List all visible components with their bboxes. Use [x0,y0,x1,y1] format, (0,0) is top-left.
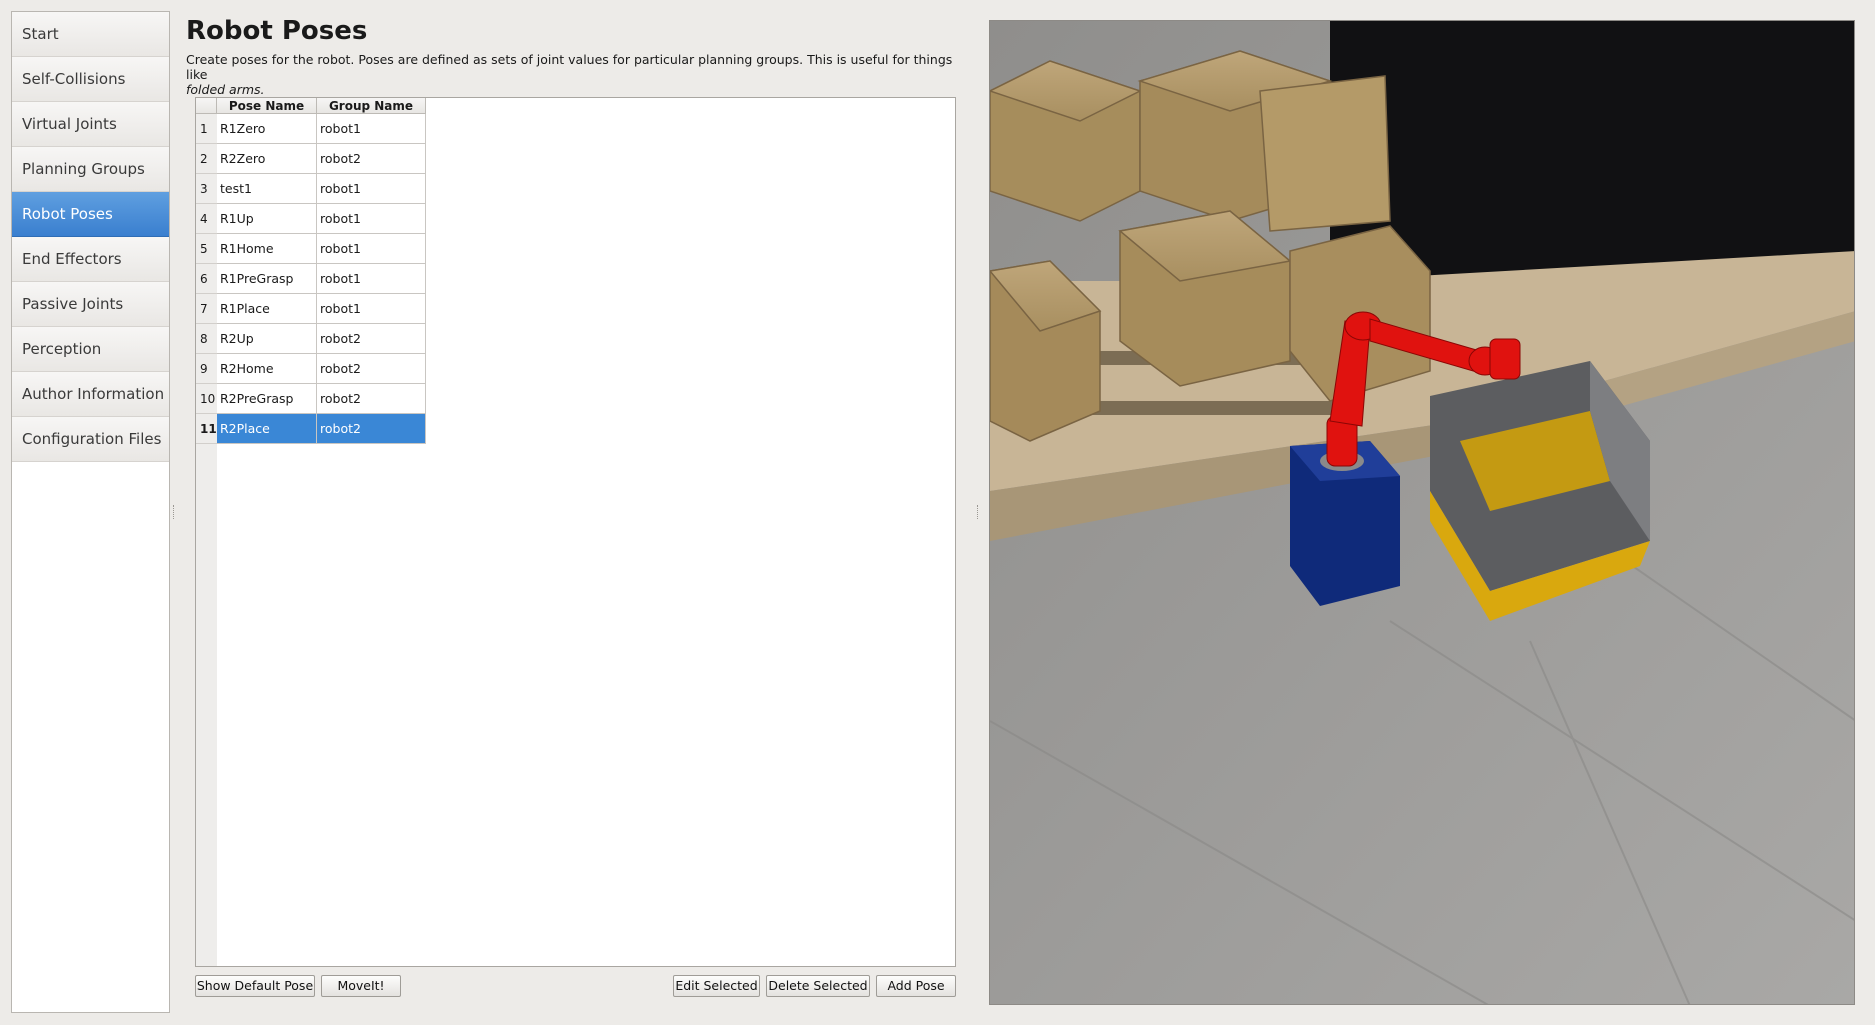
group-name-cell[interactable]: robot2 [317,384,426,414]
corner-button[interactable] [196,98,217,114]
row-number[interactable]: 9 [196,354,217,384]
pose-name-cell[interactable]: R2Place [217,414,317,444]
robot-3d-viewport[interactable] [989,20,1855,1005]
table-row[interactable]: 11 R2Place robot2 [196,414,426,444]
sidebar: Start Self-Collisions Virtual Joints Pla… [11,11,170,1013]
sidebar-item-robot-poses[interactable]: Robot Poses [12,192,169,237]
row-number[interactable]: 6 [196,264,217,294]
sidebar-item-perception[interactable]: Perception [12,327,169,372]
pose-name-cell[interactable]: R2Zero [217,144,317,174]
sidebar-item-planning-groups[interactable]: Planning Groups [12,147,169,192]
pose-name-cell[interactable]: R1Zero [217,114,317,144]
table-row[interactable]: 2 R2Zero robot2 [196,144,426,174]
group-name-cell[interactable]: robot2 [317,144,426,174]
row-number[interactable]: 4 [196,204,217,234]
sidebar-item-self-collisions[interactable]: Self-Collisions [12,57,169,102]
table-row[interactable]: 6 R1PreGrasp robot1 [196,264,426,294]
sidebar-item-virtual-joints[interactable]: Virtual Joints [12,102,169,147]
column-header-pose-name[interactable]: Pose Name [217,98,317,114]
scene-illustration [990,21,1854,1004]
row-number[interactable]: 11 [196,414,217,444]
row-number[interactable]: 8 [196,324,217,354]
table-row[interactable]: 4 R1Up robot1 [196,204,426,234]
row-number[interactable]: 5 [196,234,217,264]
sidebar-item-configuration-files[interactable]: Configuration Files [12,417,169,462]
page-description: Create poses for the robot. Poses are de… [186,52,956,97]
viewport-splitter-handle[interactable] [977,505,980,519]
row-number[interactable]: 1 [196,114,217,144]
table-row[interactable]: 3 test1 robot1 [196,174,426,204]
pose-name-cell[interactable]: R1Place [217,294,317,324]
page-title: Robot Poses [186,16,368,46]
group-name-cell[interactable]: robot2 [317,354,426,384]
table-row[interactable]: 10 R2PreGrasp robot2 [196,384,426,414]
group-name-cell[interactable]: robot1 [317,174,426,204]
pose-name-cell[interactable]: R1Home [217,234,317,264]
table-row[interactable]: 9 R2Home robot2 [196,354,426,384]
delete-selected-button[interactable]: Delete Selected [766,975,870,997]
group-name-cell[interactable]: robot2 [317,324,426,354]
sidebar-item-author-information[interactable]: Author Information [12,372,169,417]
group-name-cell[interactable]: robot2 [317,414,426,444]
description-text: Create poses for the robot. Poses are de… [186,52,953,82]
show-default-pose-button[interactable]: Show Default Pose [195,975,315,997]
sidebar-item-end-effectors[interactable]: End Effectors [12,237,169,282]
moveit-button[interactable]: MoveIt! [321,975,401,997]
description-italic-text: folded arms. [186,82,265,97]
sidebar-item-start[interactable]: Start [12,12,169,57]
table-row[interactable]: 8 R2Up robot2 [196,324,426,354]
pose-name-cell[interactable]: test1 [217,174,317,204]
sidebar-item-passive-joints[interactable]: Passive Joints [12,282,169,327]
poses-table: Pose Name Group Name 1 R1Zero robot1 2 R2Zer… [195,97,956,967]
group-name-cell[interactable]: robot1 [317,294,426,324]
sidebar-splitter-handle[interactable] [173,505,176,519]
table-row[interactable]: 5 R1Home robot1 [196,234,426,264]
row-number[interactable]: 10 [196,384,217,414]
group-name-cell[interactable]: robot1 [317,234,426,264]
table-row[interactable]: 7 R1Place robot1 [196,294,426,324]
group-name-cell[interactable]: robot1 [317,204,426,234]
pose-name-cell[interactable]: R1Up [217,204,317,234]
add-pose-button[interactable]: Add Pose [876,975,956,997]
pose-name-cell[interactable]: R1PreGrasp [217,264,317,294]
pose-name-cell[interactable]: R2Up [217,324,317,354]
table-row[interactable]: 1 R1Zero robot1 [196,114,426,144]
row-number[interactable]: 3 [196,174,217,204]
group-name-cell[interactable]: robot1 [317,264,426,294]
column-header-group-name[interactable]: Group Name [317,98,426,114]
group-name-cell[interactable]: robot1 [317,114,426,144]
row-number[interactable]: 7 [196,294,217,324]
row-number[interactable]: 2 [196,144,217,174]
edit-selected-button[interactable]: Edit Selected [673,975,760,997]
pose-name-cell[interactable]: R2PreGrasp [217,384,317,414]
pose-name-cell[interactable]: R2Home [217,354,317,384]
